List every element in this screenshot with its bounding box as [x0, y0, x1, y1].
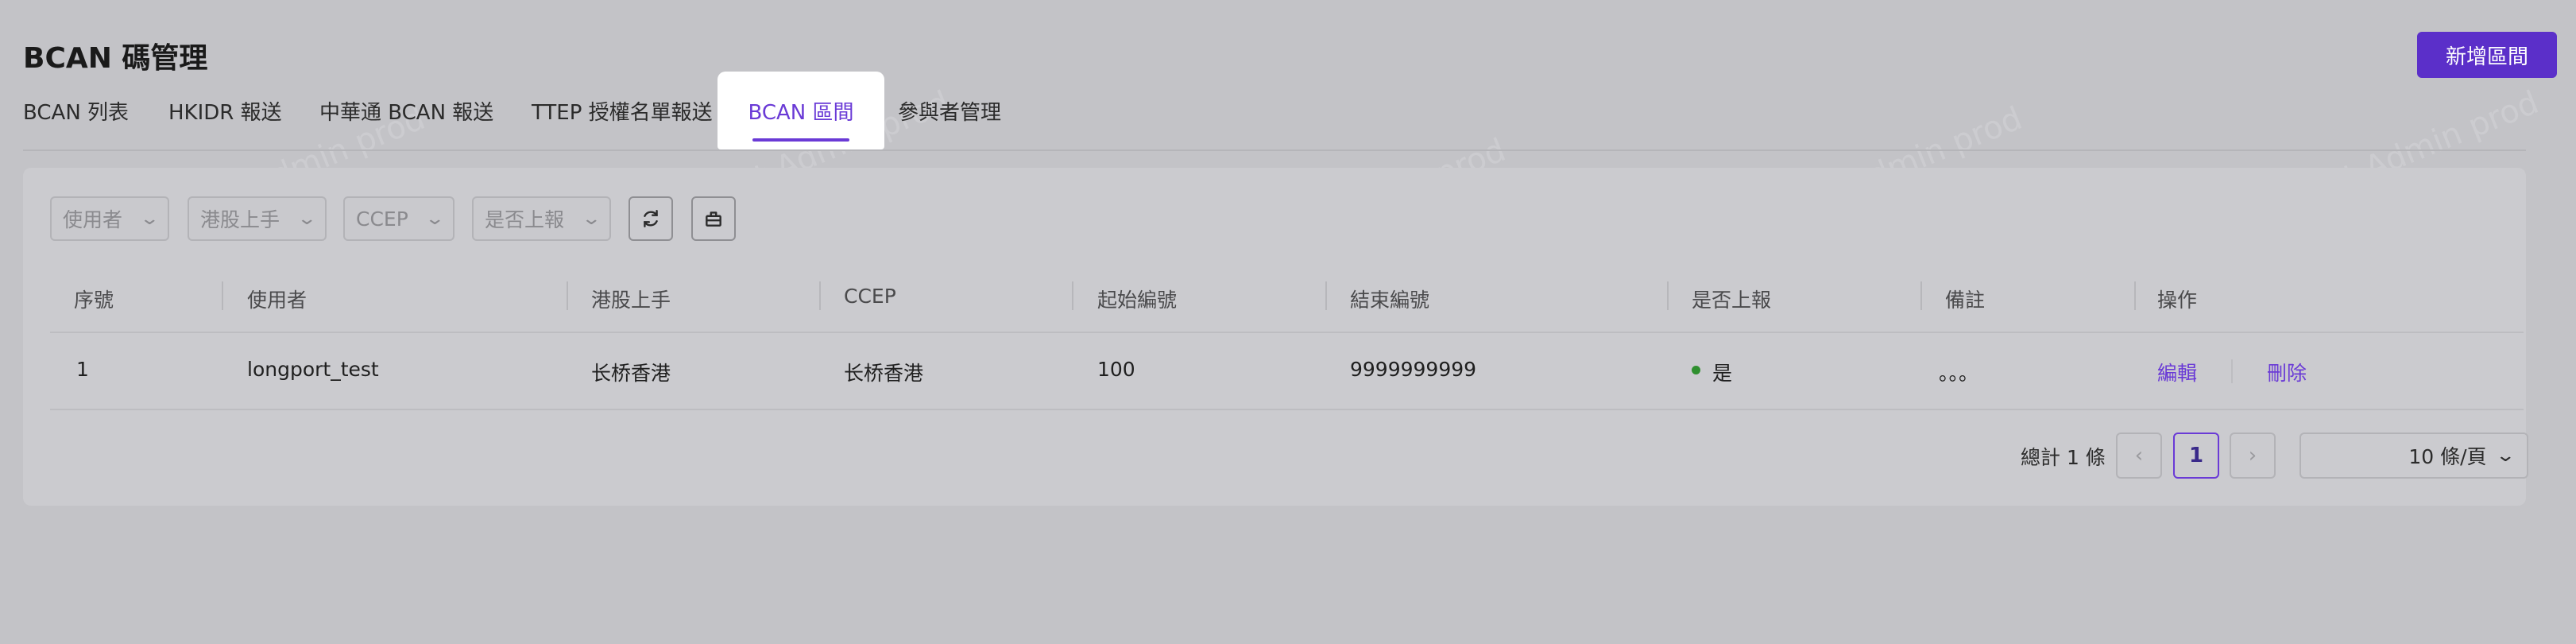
- table-header-start-number: 起始編號: [1097, 289, 1178, 312]
- action-divider: [2231, 359, 2233, 383]
- tab-bar: BCAN 列表 HKIDR 報送 中華通 BCAN 報送 TTEP 授權名單報送…: [0, 72, 2527, 149]
- table-header-reported: 是否上報: [1692, 289, 1772, 312]
- column-divider: [1072, 281, 1073, 310]
- chevron-right-icon: ›: [2248, 444, 2257, 467]
- column-divider: [1325, 281, 1327, 310]
- cell-ccep: 长桥香港: [844, 362, 924, 385]
- tab-bcan-range[interactable]: BCAN 區間: [717, 72, 884, 149]
- column-divider: [819, 281, 821, 310]
- column-divider: [222, 281, 223, 310]
- chevron-down-icon: ⌄: [2494, 445, 2516, 466]
- table-header-actions: 操作: [2157, 289, 2198, 312]
- cell-start-number: 100: [1097, 358, 1135, 381]
- ccep-filter-select[interactable]: CCEP ⌄: [343, 196, 454, 241]
- row-divider: [50, 409, 2524, 410]
- table-header-remark: 備註: [1945, 289, 1986, 312]
- next-page-button[interactable]: ›: [2230, 433, 2276, 479]
- tab-label: 參與者管理: [898, 100, 1002, 125]
- tab-label: BCAN 區間: [748, 100, 854, 125]
- chevron-left-icon: ‹: [2134, 444, 2144, 467]
- chevron-down-icon: ⌄: [296, 208, 317, 229]
- filter-placeholder: CCEP: [356, 207, 408, 231]
- refresh-button[interactable]: [629, 196, 673, 241]
- cell-user: longport_test: [247, 358, 379, 381]
- cell-remark[interactable]: 。。。: [1939, 358, 1978, 386]
- edit-link[interactable]: 編輯: [2157, 358, 2197, 386]
- page-size-select[interactable]: 10 條/頁 ⌄: [2299, 433, 2528, 479]
- page-size-value: 10 條/頁: [2408, 445, 2487, 468]
- tab-hkidr-report[interactable]: HKIDR 報送: [168, 72, 282, 149]
- tabs-divider: [23, 149, 2526, 151]
- column-divider: [2134, 281, 2136, 310]
- column-divider: [1920, 281, 1922, 310]
- clear-filters-button[interactable]: [691, 196, 736, 241]
- table-header-hk-broker: 港股上手: [591, 289, 671, 312]
- table-header-user: 使用者: [247, 289, 307, 312]
- chevron-down-icon: ⌄: [138, 208, 160, 229]
- tab-label: BCAN 列表: [23, 100, 130, 125]
- column-divider: [567, 281, 568, 310]
- table-header-end-number: 結束編號: [1350, 289, 1430, 312]
- cell-reported: 是: [1712, 362, 1733, 385]
- header-row-divider: [50, 332, 2524, 333]
- tab-bcan-list[interactable]: BCAN 列表: [23, 72, 129, 149]
- cell-hk-broker: 长桥香港: [591, 362, 671, 385]
- tab-label: HKIDR 報送: [168, 100, 282, 125]
- table-header-index: 序號: [74, 289, 114, 312]
- refresh-icon: [644, 210, 658, 227]
- tab-ttep-report[interactable]: TTEP 授權名單報送: [532, 72, 713, 149]
- page-title: BCAN 碼管理: [23, 42, 208, 75]
- tab-participant-management[interactable]: 參與者管理: [898, 72, 1001, 149]
- active-tab-indicator: [752, 138, 849, 142]
- delete-link[interactable]: 刪除: [2267, 358, 2307, 386]
- user-filter-select[interactable]: 使用者 ⌄: [50, 196, 169, 241]
- pagination-total: 總計 1 條: [2021, 446, 2106, 469]
- filter-placeholder: 使用者: [63, 208, 123, 231]
- column-divider: [1667, 281, 1669, 310]
- cell-end-number: 9999999999: [1350, 358, 1477, 381]
- filter-placeholder: 港股上手: [200, 208, 280, 231]
- table-header-ccep: CCEP: [844, 285, 896, 308]
- reported-filter-select[interactable]: 是否上報 ⌄: [472, 196, 611, 241]
- status-dot-icon: [1692, 366, 1700, 374]
- filter-placeholder: 是否上報: [485, 208, 565, 231]
- chevron-down-icon: ⌄: [580, 208, 601, 229]
- tab-label: 中華通 BCAN 報送: [319, 100, 494, 125]
- chevron-down-icon: ⌄: [424, 208, 445, 229]
- page-number-button[interactable]: 1: [2173, 433, 2219, 479]
- tab-china-connect-bcan-report[interactable]: 中華通 BCAN 報送: [319, 72, 493, 149]
- hk-broker-filter-select[interactable]: 港股上手 ⌄: [188, 196, 327, 241]
- tab-label: TTEP 授權名單報送: [532, 100, 713, 125]
- cell-index: 1: [76, 358, 89, 381]
- clear-icon: [706, 211, 721, 227]
- prev-page-button[interactable]: ‹: [2116, 433, 2162, 479]
